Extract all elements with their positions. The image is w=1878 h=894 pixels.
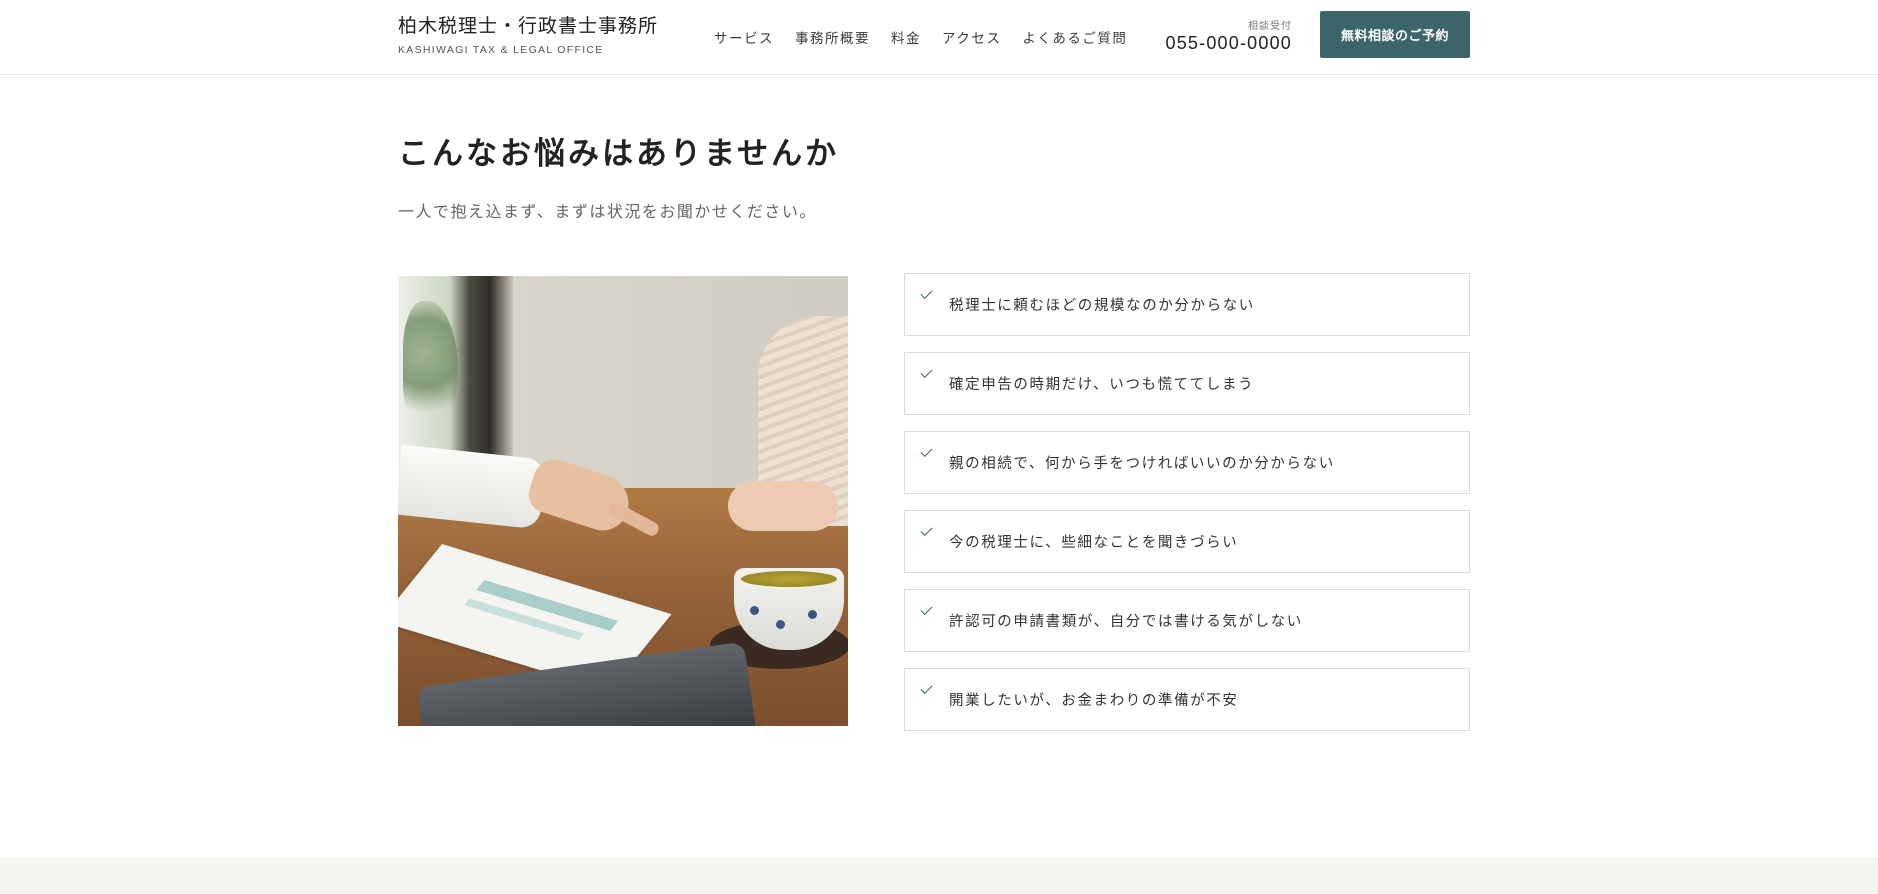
phone-contact[interactable]: 相談受付 055-000-0000 [1157, 17, 1292, 54]
concern-item: 税理士に頼むほどの規模なのか分からない [904, 273, 1470, 336]
concern-text: 税理士に頼むほどの規模なのか分からない [949, 298, 1255, 314]
check-icon [920, 523, 933, 537]
concern-text: 親の相続で、何から手をつければいいのか分からない [949, 456, 1335, 472]
concern-text: 今の税理士に、些細なことを聞きづらい [949, 535, 1239, 551]
nav-item-faq[interactable]: よくあるご質問 [1022, 27, 1127, 47]
check-icon [920, 681, 933, 695]
section-title: こんなお悩みはありませんか [398, 136, 840, 172]
consultation-photo [398, 276, 848, 726]
nav-item-about[interactable]: 事務所概要 [795, 27, 870, 47]
concern-item: 今の税理士に、些細なことを聞きづらい [904, 510, 1470, 573]
check-icon [920, 602, 933, 616]
phone-label: 相談受付 [1248, 21, 1292, 32]
site-header: 柏木税理士・行政書士事務所 KASHIWAGI TAX & LEGAL OFFI… [0, 0, 1878, 75]
concern-item: 親の相続で、何から手をつければいいのか分からない [904, 431, 1470, 494]
concern-text: 開業したいが、お金まわりの準備が不安 [949, 693, 1239, 709]
section-subtitle: 一人で抱え込まず、まずは状況をお聞かせください。 [398, 202, 817, 221]
nav-item-access[interactable]: アクセス [942, 27, 1001, 47]
check-icon [920, 286, 933, 300]
logo-english: KASHIWAGI TAX & LEGAL OFFICE [398, 44, 604, 56]
next-section-band [0, 857, 1878, 894]
concern-text: 許認可の申請書類が、自分では書ける気がしない [949, 614, 1303, 630]
free-consultation-button[interactable]: 無料相談のご予約 [1320, 11, 1470, 58]
check-icon [920, 365, 933, 379]
phone-number[interactable]: 055-000-0000 [1157, 33, 1292, 54]
concern-item: 確定申告の時期だけ、いつも慌ててしまう [904, 352, 1470, 415]
main-nav: サービス 事務所概要 料金 アクセス よくあるご質問 [714, 27, 1127, 47]
concern-text: 確定申告の時期だけ、いつも慌ててしまう [949, 377, 1255, 393]
check-icon [920, 444, 933, 458]
logo-japanese: 柏木税理士・行政書士事務所 [398, 15, 659, 37]
nav-item-services[interactable]: サービス [714, 27, 774, 47]
concerns-list: 税理士に頼むほどの規模なのか分からない 確定申告の時期だけ、いつも慌ててしまう … [904, 273, 1470, 747]
nav-item-pricing[interactable]: 料金 [891, 27, 921, 47]
concern-item: 開業したいが、お金まわりの準備が不安 [904, 668, 1470, 731]
concern-item: 許認可の申請書類が、自分では書ける気がしない [904, 589, 1470, 652]
site-logo[interactable]: 柏木税理士・行政書士事務所 KASHIWAGI TAX & LEGAL OFFI… [398, 11, 658, 56]
